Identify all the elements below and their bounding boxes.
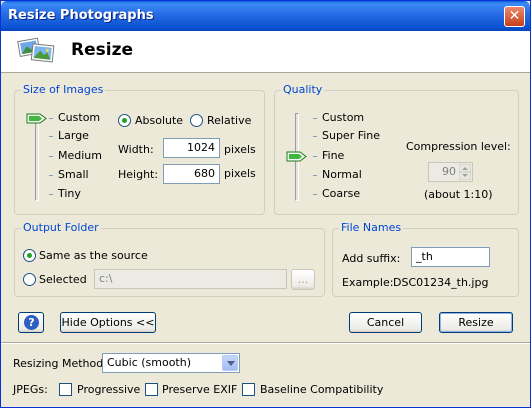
resize-button[interactable]: Resize	[439, 312, 513, 333]
size-tick	[49, 175, 53, 176]
window-title: Resize Photographs	[8, 8, 154, 23]
size-slider-track[interactable]	[35, 117, 39, 201]
resizing-method-value: Cubic (smooth)	[107, 356, 192, 369]
quality-level-super-fine[interactable]: Super Fine	[322, 129, 380, 142]
quality-level-coarse[interactable]: Coarse	[322, 187, 360, 200]
relative-radio[interactable]	[190, 114, 203, 127]
width-input[interactable]: 1024	[163, 138, 220, 158]
size-tick	[49, 156, 53, 157]
size-preset-small[interactable]: Small	[58, 168, 89, 181]
compression-label: Compression level:	[406, 140, 511, 153]
size-preset-tiny[interactable]: Tiny	[58, 187, 81, 200]
chevron-down-icon[interactable]	[222, 355, 238, 371]
file-names-legend: File Names	[339, 221, 404, 234]
quality-tick	[313, 194, 317, 195]
size-preset-custom[interactable]: Custom	[58, 111, 100, 124]
width-label: Width:	[118, 143, 154, 156]
selected-folder-label[interactable]: Selected	[39, 273, 87, 286]
size-tick	[49, 194, 53, 195]
quality-tick	[313, 136, 317, 137]
suffix-input[interactable]: _th	[411, 247, 490, 267]
absolute-radio[interactable]	[118, 114, 131, 127]
preserve-exif-checkbox[interactable]	[145, 383, 158, 396]
same-as-source-label[interactable]: Same as the source	[39, 249, 148, 262]
progressive-checkbox[interactable]	[59, 383, 72, 396]
hide-options-button[interactable]: Hide Options <<	[60, 312, 156, 333]
browse-button[interactable]: ...	[291, 269, 315, 290]
progressive-label[interactable]: Progressive	[77, 383, 140, 396]
baseline-compatibility-checkbox[interactable]	[242, 383, 255, 396]
same-as-source-radio[interactable]	[23, 249, 36, 262]
help-button[interactable]: ?	[18, 312, 44, 333]
width-unit: pixels	[224, 143, 256, 156]
quality-group: Quality Custom Super Fine Fine Normal Co…	[274, 83, 519, 215]
file-names-group: File Names Add suffix: _th Example: DSC0…	[332, 221, 519, 297]
example-value: DSC01234_th.jpg	[393, 276, 489, 289]
example-label: Example:	[342, 276, 394, 289]
preserve-exif-label[interactable]: Preserve EXIF	[162, 383, 237, 396]
cancel-button[interactable]: Cancel	[349, 312, 422, 333]
suffix-label: Add suffix:	[342, 252, 401, 265]
size-tick	[49, 118, 53, 119]
quality-tick	[313, 118, 317, 119]
title-bar[interactable]: Resize Photographs ✕	[1, 1, 530, 31]
quality-level-custom[interactable]: Custom	[322, 111, 364, 124]
selected-folder-radio[interactable]	[23, 273, 36, 286]
relative-label[interactable]: Relative	[207, 114, 251, 127]
page-title: Resize	[71, 40, 133, 60]
jpegs-label: JPEGs:	[13, 383, 48, 396]
height-input[interactable]: 680	[163, 164, 220, 184]
quality-tick	[313, 156, 317, 157]
quality-legend: Quality	[281, 83, 325, 96]
quality-level-fine[interactable]: Fine	[322, 149, 344, 162]
baseline-compatibility-label[interactable]: Baseline Compatibility	[260, 383, 383, 396]
size-preset-medium[interactable]: Medium	[58, 149, 102, 162]
output-folder-legend: Output Folder	[21, 221, 101, 234]
height-unit: pixels	[224, 167, 256, 180]
folder-path-input[interactable]: c:\	[94, 269, 287, 289]
compression-ratio: (about 1:10)	[424, 188, 493, 201]
options-separator	[1, 342, 530, 344]
size-of-images-legend: Size of Images	[21, 83, 106, 96]
resizing-method-select[interactable]: Cubic (smooth)	[102, 353, 240, 373]
photographs-icon	[17, 37, 55, 63]
close-button[interactable]: ✕	[504, 6, 525, 27]
header-banner: Resize	[1, 31, 530, 73]
size-of-images-group: Size of Images Custom Large Medium Small…	[14, 83, 265, 215]
quality-level-normal[interactable]: Normal	[322, 168, 362, 181]
size-preset-large[interactable]: Large	[58, 129, 89, 142]
help-icon: ?	[24, 315, 39, 330]
compression-value: 90	[442, 165, 456, 178]
size-tick	[49, 136, 53, 137]
resizing-method-label: Resizing Method	[13, 357, 104, 370]
compression-spinner[interactable]: 90	[428, 162, 473, 182]
absolute-label[interactable]: Absolute	[135, 114, 183, 127]
height-label: Height:	[118, 168, 159, 181]
spinner-arrows-icon[interactable]	[459, 164, 471, 180]
resize-dialog: Resize Photographs ✕ Resize Size of Imag…	[0, 0, 531, 408]
size-slider-thumb[interactable]	[26, 113, 48, 124]
quality-tick	[313, 175, 317, 176]
output-folder-group: Output Folder Same as the source Selecte…	[14, 221, 325, 297]
close-icon: ✕	[508, 8, 521, 24]
quality-slider-thumb[interactable]	[286, 151, 308, 162]
